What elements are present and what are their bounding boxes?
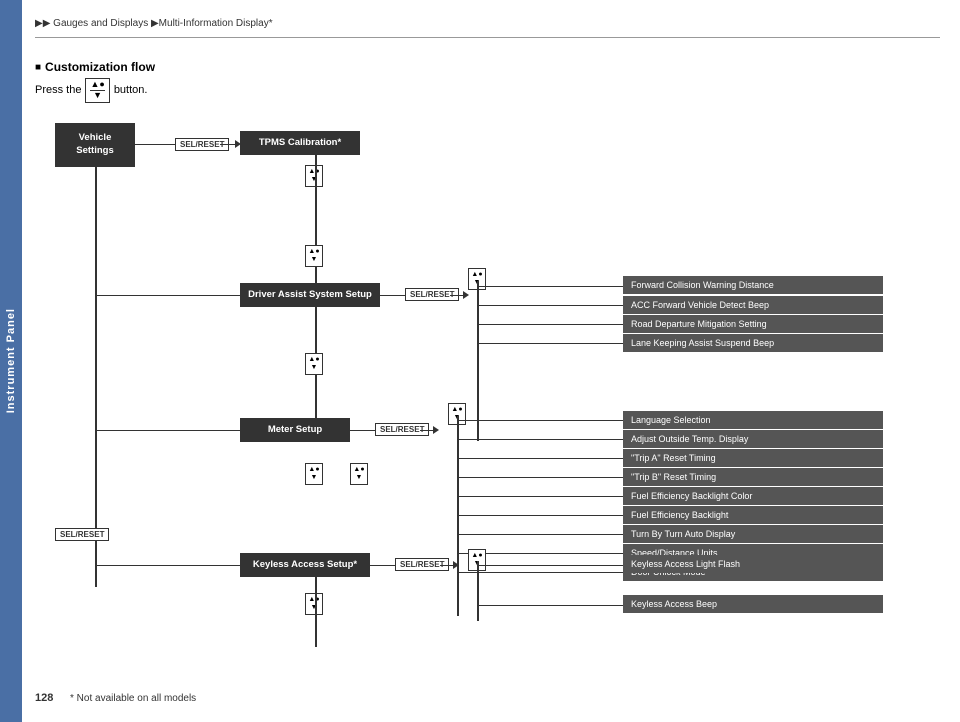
menu-item-language: Language Selection <box>623 411 883 429</box>
line-to-ka1 <box>477 565 625 567</box>
page-container: Instrument Panel ▶▶ Gauges and Displays … <box>0 0 960 722</box>
vline-ka-bottom <box>315 577 317 647</box>
line-to-ms6 <box>457 515 625 517</box>
line-ka-sel <box>370 565 395 567</box>
line-to-ms3 <box>457 458 625 460</box>
nav-icon-1: ▲●▼ <box>305 165 323 187</box>
hline-vs-ka <box>95 565 243 567</box>
line-to-m1 <box>477 286 625 288</box>
nav-icon-4: ▲●▼ <box>305 463 323 485</box>
sidebar-strip: Instrument Panel <box>0 0 22 722</box>
flow-diagram: Vehicle Settings SEL/RESET TPMS Calibrat… <box>35 113 940 693</box>
vline-main <box>95 167 97 587</box>
driver-assist-box: Driver Assist System Setup <box>240 283 380 307</box>
hline-vs-ms <box>95 430 243 432</box>
nav-icon-5: ▲●▼ <box>305 593 323 615</box>
keyless-access-box: Keyless Access Setup* <box>240 553 370 577</box>
menu-item-acc-beep: ACC Forward Vehicle Detect Beep <box>623 296 883 314</box>
breadcrumb: ▶▶ Gauges and Displays ▶Multi-Informatio… <box>35 18 940 38</box>
menu-item-keyless-light: Keyless Access Light Flash <box>623 555 883 573</box>
section-title: Customization flow <box>35 60 940 74</box>
menu-item-road-departure: Road Departure Mitigation Setting <box>623 315 883 333</box>
nav-icon-2: ▲●▼ <box>305 245 323 267</box>
arrow-to-da-menu <box>463 291 469 299</box>
nav-button[interactable]: ▲●▼ <box>85 78 109 103</box>
line-to-ms5 <box>457 496 625 498</box>
line-to-m4 <box>477 343 625 345</box>
line-ms-sel <box>350 430 375 432</box>
line-da-sel <box>380 295 405 297</box>
main-content: Customization flow Press the ▲●▼ button.… <box>35 40 940 682</box>
menu-item-turn-auto: Turn By Turn Auto Display <box>623 525 883 543</box>
line-to-ka2 <box>477 605 625 607</box>
footer-note: * Not available on all models <box>70 693 196 704</box>
sub-title: Press the ▲●▼ button. <box>35 78 940 103</box>
menu-item-outside-temp: Adjust Outside Temp. Display <box>623 430 883 448</box>
vehicle-settings-box: Vehicle Settings <box>55 123 135 167</box>
sel-reset-left: SEL/RESET <box>55 528 109 541</box>
vline-ka-right <box>477 561 479 621</box>
menu-item-trip-b: "Trip B" Reset Timing <box>623 468 883 486</box>
nav-icon-4b: ▲●▼ <box>350 463 368 485</box>
hline-vs-loop <box>95 295 243 297</box>
menu-item-keyless-beep: Keyless Access Beep <box>623 595 883 613</box>
line-vs-to-sel <box>135 144 175 146</box>
line-to-ms7 <box>457 534 625 536</box>
nav-icon-3: ▲●▼ <box>305 353 323 375</box>
line-to-ms1 <box>457 420 625 422</box>
sidebar-label: Instrument Panel <box>5 308 17 413</box>
line-to-ms2 <box>457 439 625 441</box>
line-to-ms4 <box>457 477 625 479</box>
arrow-to-ms-menu <box>433 426 439 434</box>
menu-item-lane-keeping: Lane Keeping Assist Suspend Beep <box>623 334 883 352</box>
menu-item-fuel-backlight: Fuel Efficiency Backlight <box>623 506 883 524</box>
menu-item-fuel-color: Fuel Efficiency Backlight Color <box>623 487 883 505</box>
tpms-box: TPMS Calibration* <box>240 131 360 155</box>
menu-item-trip-a: "Trip A" Reset Timing <box>623 449 883 467</box>
line-to-m2 <box>477 305 625 307</box>
meter-setup-box: Meter Setup <box>240 418 350 442</box>
page-number: 128 <box>35 692 53 704</box>
line-to-ms9 <box>457 572 625 574</box>
menu-item-forward-collision: Forward Collision Warning Distance <box>623 276 883 294</box>
line-to-m3 <box>477 324 625 326</box>
breadcrumb-text: ▶▶ Gauges and Displays ▶Multi-Informatio… <box>35 18 273 29</box>
